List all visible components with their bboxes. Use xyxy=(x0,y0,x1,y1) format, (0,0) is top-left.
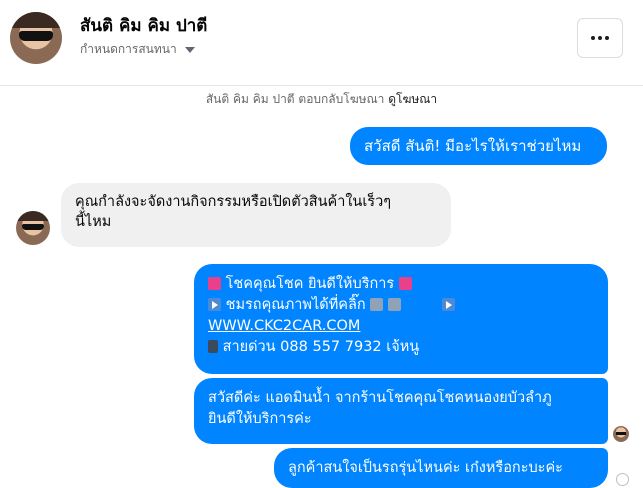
message-bubble-incoming[interactable]: คุณกำลังจะจัดงานกิจกรรมหรือเปิดตัวสินค้า… xyxy=(61,183,451,247)
message-text-line: คุณกำลังจะจัดงานกิจกรรมหรือเปิดตัวสินค้า… xyxy=(75,194,392,210)
sparkle-emoji-icon xyxy=(208,277,221,290)
message-text-line: WWW.CKC2CAR.COM xyxy=(208,316,594,337)
message-text-line: โชคคุณโชค ยินดีให้บริการ xyxy=(208,274,594,295)
contact-name[interactable]: สันติ คิม คิม ปาตี xyxy=(80,12,207,39)
message-text: ชมรถคุณภาพได้ที่คลิ๊ก xyxy=(225,297,366,313)
message-bubble-outgoing[interactable]: สวัสดี สันติ! มีอะไรให้เราช่วยไหม xyxy=(350,127,607,165)
down-arrow-emoji-icon xyxy=(370,298,384,311)
avatar-sunglasses xyxy=(22,224,44,230)
more-options-button[interactable] xyxy=(577,18,623,58)
message-text-line: สวัสดีค่ะ แอดมินน้ำ จากร้านโชคคุณโชคหนอง… xyxy=(208,390,552,406)
website-link[interactable]: WWW.CKC2CAR.COM xyxy=(208,318,360,334)
message-text: โชคคุณโชค ยินดีให้บริการ xyxy=(225,276,395,292)
message-text-line: ยินดีให้บริการค่ะ xyxy=(208,411,312,427)
phone-emoji-icon xyxy=(208,340,218,353)
message-bubble-outgoing[interactable]: สวัสดีค่ะ แอดมินน้ำ จากร้านโชคคุณโชคหนอง… xyxy=(194,378,608,444)
message-text: ลูกค้าสนใจเป็นรถรุ่นไหนค่ะ เก๋งหรือกะบะค… xyxy=(288,460,563,476)
contact-avatar-small[interactable] xyxy=(16,211,50,245)
avatar-hair xyxy=(10,12,62,28)
avatar-sunglasses xyxy=(616,432,626,435)
play-button-emoji-icon xyxy=(442,298,456,311)
schedule-label: กำหนดการสนทนา xyxy=(80,42,177,56)
contact-avatar[interactable] xyxy=(10,12,62,64)
view-ad-link[interactable]: ดูโฆษณา xyxy=(388,92,437,106)
down-arrow-emoji-icon xyxy=(387,298,401,311)
message-bubble-outgoing[interactable]: ลูกค้าสนใจเป็นรถรุ่นไหนค่ะ เก๋งหรือกะบะค… xyxy=(274,448,608,488)
caret-down-icon xyxy=(184,46,195,53)
message-text: สวัสดี สันติ! มีอะไรให้เราช่วยไหม xyxy=(364,137,582,155)
more-dot-icon xyxy=(605,36,609,40)
message-text-line: นี้ไหม xyxy=(75,214,112,230)
message-text: สายด่วน 088 557 7932 เจ้หนู xyxy=(222,339,420,355)
sparkle-emoji-icon xyxy=(398,277,412,290)
schedule-dropdown[interactable]: กำหนดการสนทนา xyxy=(80,40,195,59)
header-divider xyxy=(0,85,643,86)
message-bubble-outgoing[interactable]: โชคคุณโชค ยินดีให้บริการ ชมรถคุณภาพได้ที… xyxy=(194,264,608,374)
avatar-hair xyxy=(16,211,50,221)
play-button-emoji-icon xyxy=(208,298,221,311)
more-dot-icon xyxy=(591,36,595,40)
avatar-sunglasses xyxy=(19,31,53,41)
conversation-header: สันติ คิม คิม ปาตี กำหนดการสนทนา xyxy=(0,0,643,80)
sent-status-icon xyxy=(616,473,629,486)
message-text-line: ชมรถคุณภาพได้ที่คลิ๊ก xyxy=(208,295,594,316)
more-dot-icon xyxy=(598,36,602,40)
ad-reply-text: สันติ คิม คิม ปาตี ตอบกลับโฆษณา xyxy=(205,92,385,106)
seen-avatar xyxy=(613,426,629,442)
message-text-line: สายด่วน 088 557 7932 เจ้หนู xyxy=(208,337,594,358)
ad-reply-notice: สันติ คิม คิม ปาตี ตอบกลับโฆษณา ดูโฆษณา xyxy=(0,90,643,109)
